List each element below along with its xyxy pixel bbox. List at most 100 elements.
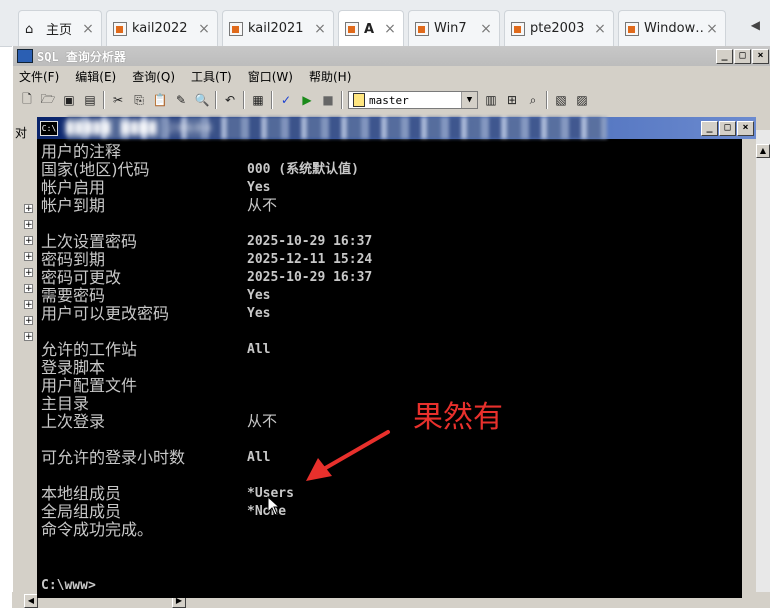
tree-expand-icon[interactable]: + [24, 236, 33, 246]
row-value: Yes [247, 180, 271, 195]
menu-edit[interactable]: 编辑(E) [75, 68, 116, 85]
close-icon[interactable]: × [705, 21, 719, 37]
row-label: 登录脚本 [41, 358, 106, 377]
row-label: 国家(地区)代码 [41, 160, 150, 179]
stop-icon[interactable]: ■ [320, 92, 336, 108]
parse-check-icon[interactable]: ✓ [278, 92, 294, 108]
tab-win7[interactable]: Win7 × [408, 10, 500, 46]
scroll-left-icon[interactable]: ◀ [24, 594, 38, 608]
close-button[interactable]: × [737, 121, 754, 136]
menu-window[interactable]: 窗口(W) [248, 68, 293, 85]
row-label: 需要密码 [41, 286, 106, 305]
row-value: All [247, 342, 271, 357]
cmd-titlebar[interactable]: C:\ █████ ████ 20604 _ □ × [37, 117, 756, 139]
annotation-text: 果然有 [413, 400, 503, 435]
tab-kail2022[interactable]: kail2022 × [106, 10, 218, 46]
toolbar-separator [243, 91, 245, 109]
toolbar-separator [103, 91, 105, 109]
editor-scrollbar[interactable]: ▲ [756, 130, 770, 600]
close-button[interactable]: × [752, 48, 769, 64]
window-controls: _ □ × [701, 121, 754, 136]
close-icon[interactable]: × [479, 21, 493, 37]
tab-label: pte2003 [530, 21, 585, 36]
tab-kail2021[interactable]: kail2021 × [222, 10, 334, 46]
toolbar-separator [546, 91, 548, 109]
open-icon[interactable]: 🗁 [40, 92, 56, 108]
row-value: 2025-10-29 16:37 [247, 234, 373, 249]
tree-expand-icon[interactable]: + [24, 252, 33, 262]
cmd-window-title: █████ ████ 20604 [66, 121, 214, 135]
sql-window-title: SQL 查询分析器 [37, 49, 126, 64]
undo-icon[interactable]: ↶ [222, 92, 238, 108]
chevron-down-icon[interactable]: ▼ [461, 92, 477, 108]
vm-icon [415, 21, 429, 36]
clear-icon[interactable]: ✎ [173, 92, 189, 108]
row-label: 密码到期 [41, 250, 106, 269]
row-value: Yes [247, 288, 271, 303]
paste-icon[interactable]: 📋 [152, 92, 168, 108]
vm-running-icon [345, 22, 359, 36]
tab-windows[interactable]: Window… × [618, 10, 726, 46]
cmd-output: 用户的注释 国家(地区)代码 000 (系统默认值) 帐户启用 Yes 帐户到期… [41, 141, 741, 596]
database-select-value: master [369, 93, 409, 107]
find-icon[interactable]: 🔍 [194, 92, 210, 108]
execute-icon[interactable]: ▶ [299, 92, 315, 108]
close-icon[interactable]: × [197, 21, 211, 37]
cmd-prompt[interactable]: C:\www> [41, 578, 96, 593]
tree-expand-icon[interactable]: + [24, 220, 33, 230]
estimated-plan-icon[interactable]: ⌕ [525, 92, 541, 108]
cmd-window[interactable]: C:\ █████ ████ 20604 _ □ × 用户的注释 国家(地区)代… [37, 117, 756, 598]
menu-help[interactable]: 帮助(H) [309, 68, 351, 85]
tree-expand-icon[interactable]: + [24, 204, 33, 214]
minimize-button[interactable]: _ [716, 48, 733, 64]
row-value: 从不 [247, 412, 278, 430]
tab-strip: ⌂ 主页 × kail2022 × kail2021 × A × Win7 × … [0, 0, 770, 47]
menu-file[interactable]: 文件(F) [19, 68, 59, 85]
row-label: 主目录 [41, 394, 90, 413]
tab-pte2003[interactable]: pte2003 × [504, 10, 614, 46]
toolbar: 🗋 🗁 ▣ ▤ ✂ ⎘ 📋 ✎ 🔍 ↶ ▦ ✓ ▶ ■ master ▼ ▥ ⊞… [13, 86, 770, 114]
tab-home[interactable]: ⌂ 主页 × [18, 10, 102, 46]
object-search-icon[interactable]: ⊞ [504, 92, 520, 108]
row-value: 2025-12-11 15:24 [247, 252, 373, 267]
menu-query[interactable]: 查询(Q) [132, 68, 175, 85]
database-icon [353, 93, 365, 107]
menu-tools[interactable]: 工具(T) [191, 68, 232, 85]
new-query-icon[interactable]: 🗋 [19, 92, 35, 108]
cut-icon[interactable]: ✂ [110, 92, 126, 108]
maximize-button[interactable]: □ [719, 121, 736, 136]
results-grid-icon[interactable]: ▦ [250, 92, 266, 108]
tree-expand-icon[interactable]: + [24, 316, 33, 326]
insert-template-icon[interactable]: ▤ [82, 92, 98, 108]
database-select[interactable]: master ▼ [348, 91, 478, 109]
cmd-scrollbar[interactable] [742, 139, 756, 598]
copy-icon[interactable]: ⎘ [131, 92, 147, 108]
window-controls: _ □ × [716, 48, 769, 64]
tree-expand-icon[interactable]: + [24, 332, 33, 342]
close-icon[interactable]: × [81, 21, 95, 37]
cmd-icon: C:\ [40, 120, 58, 136]
row-value: 从不 [247, 196, 278, 214]
minimize-button[interactable]: _ [701, 121, 718, 136]
row-label: 帐户到期 [41, 196, 106, 215]
row-label: 帐户启用 [41, 178, 106, 197]
properties-icon[interactable]: ▧ [553, 92, 569, 108]
status-line: 命令成功完成。 [41, 520, 154, 539]
object-browser-icon[interactable]: ▥ [483, 92, 499, 108]
sql-titlebar: SQL 查询分析器 _ □ × [13, 46, 770, 66]
mouse-cursor-icon [267, 496, 281, 516]
options-icon[interactable]: ▨ [574, 92, 590, 108]
row-value: Yes [247, 306, 271, 321]
tree-expand-icon[interactable]: + [24, 284, 33, 294]
scroll-up-icon[interactable]: ▲ [756, 144, 770, 158]
menu-bar: 文件(F) 编辑(E) 查询(Q) 工具(T) 窗口(W) 帮助(H) [13, 66, 770, 86]
scroll-left-icon[interactable]: ◀ [751, 18, 760, 32]
close-icon[interactable]: × [383, 21, 397, 37]
maximize-button[interactable]: □ [734, 48, 751, 64]
save-icon[interactable]: ▣ [61, 92, 77, 108]
tab-a[interactable]: A × [338, 10, 404, 47]
tree-expand-icon[interactable]: + [24, 268, 33, 278]
tree-expand-icon[interactable]: + [24, 300, 33, 310]
close-icon[interactable]: × [593, 21, 607, 37]
close-icon[interactable]: × [313, 21, 327, 37]
